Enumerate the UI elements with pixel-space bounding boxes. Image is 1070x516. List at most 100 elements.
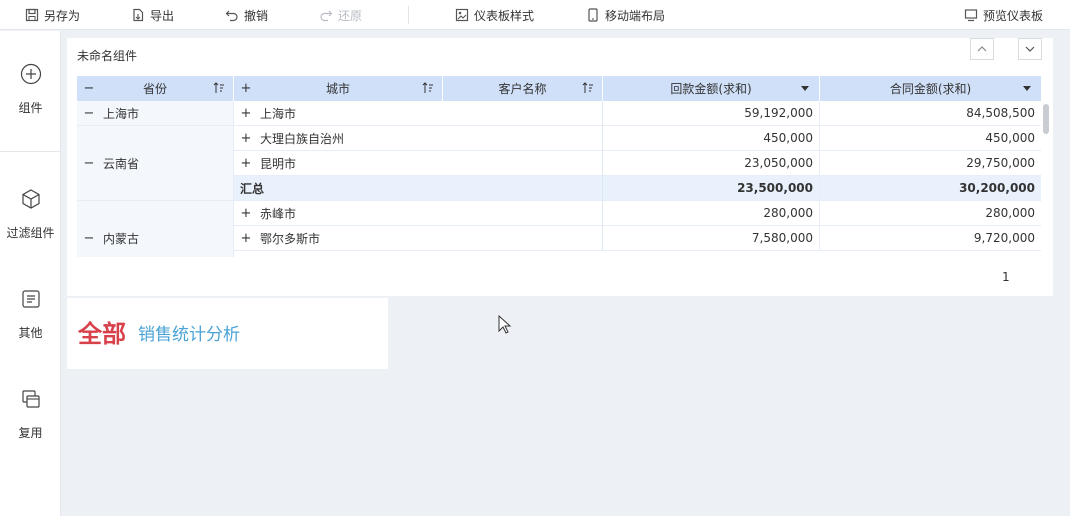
expand-icon[interactable]: + — [240, 106, 252, 121]
table-row[interactable]: + 大理白族自治州 — [234, 126, 603, 151]
sort-icon[interactable] — [422, 82, 434, 94]
payment-value: 280,000 — [603, 201, 820, 226]
province-label: 上海市 — [103, 106, 140, 121]
chevron-down-icon — [1025, 46, 1035, 52]
city-label: 大理白族自治州 — [260, 131, 345, 146]
cube-icon — [21, 189, 40, 209]
sidebar-item-other[interactable]: 其他 — [0, 288, 61, 341]
save-as-button[interactable]: 另存为 — [25, 0, 80, 30]
collapse-icon[interactable]: − — [83, 81, 95, 96]
redo-button[interactable]: 还原 — [319, 0, 362, 30]
table-row[interactable]: + 上海市 — [234, 101, 603, 126]
sidebar-item-filter-components[interactable]: 过滤组件 — [0, 188, 61, 241]
dropdown-caret-icon[interactable] — [1023, 86, 1031, 91]
pivot-table: − 省份 + 城市 客户名称 回款金额(求和) 合同金额(求和) − 上海市 − — [77, 76, 1041, 257]
page-number: 1 — [1002, 270, 1010, 284]
sidebar-item-reuse[interactable]: 复用 — [0, 388, 61, 441]
dashboard-style-label: 仪表板样式 — [474, 8, 535, 23]
expand-icon[interactable]: + — [240, 131, 252, 146]
monitor-icon — [964, 9, 978, 22]
sidebar-item-label: 组件 — [18, 101, 43, 115]
city-label: 昆明市 — [260, 156, 297, 171]
expand-icon[interactable]: + — [240, 81, 252, 96]
collapse-icon[interactable]: − — [83, 156, 95, 171]
text-widget-subtitle: 销售统计分析 — [138, 325, 240, 345]
contract-value: 9,720,000 — [820, 226, 1041, 251]
payment-value: 450,000 — [603, 126, 820, 151]
redo-label: 还原 — [338, 8, 363, 23]
table-row[interactable]: + 鄂尔多斯市 — [234, 226, 603, 251]
export-button[interactable]: 导出 — [131, 0, 174, 30]
sidebar-item-label: 过滤组件 — [6, 226, 55, 240]
toolbar-divider — [408, 6, 409, 24]
collapse-icon[interactable]: − — [83, 231, 95, 246]
header-contract-label: 合同金额(求和) — [889, 82, 972, 96]
payment-value: 7,580,000 — [603, 226, 820, 251]
collapse-icon[interactable]: − — [83, 106, 95, 121]
document-icon — [21, 290, 40, 308]
contract-value: 29,750,000 — [820, 151, 1041, 176]
payment-value: 23,050,000 — [603, 151, 820, 176]
summary-label: 汇总 — [240, 181, 265, 196]
dashboard-style-button[interactable]: 仪表板样式 — [455, 0, 534, 30]
province-cell: − 上海市 — [77, 101, 234, 126]
city-label: 上海市 — [260, 106, 297, 121]
sidebar-divider — [0, 151, 61, 152]
city-label: 鄂尔多斯市 — [260, 231, 321, 246]
copy-icon — [21, 390, 40, 408]
left-sidebar: 组件 过滤组件 其他 复用 — [0, 31, 61, 516]
vertical-scrollbar[interactable] — [1043, 104, 1049, 134]
export-icon — [133, 8, 144, 22]
redo-icon — [320, 10, 333, 22]
preview-dashboard-label: 预览仪表板 — [983, 8, 1044, 23]
chevron-up-icon — [977, 46, 987, 52]
undo-label: 撤销 — [244, 8, 269, 23]
province-cell: − 内蒙古 — [77, 201, 234, 257]
sidebar-item-label: 其他 — [18, 326, 43, 340]
undo-icon — [225, 10, 238, 22]
province-label: 云南省 — [103, 156, 140, 171]
header-customer[interactable]: 客户名称 — [443, 76, 603, 101]
header-city-label: 城市 — [325, 82, 350, 96]
expand-icon[interactable]: + — [240, 156, 252, 171]
expand-icon[interactable]: + — [240, 206, 252, 221]
province-cell: − 云南省 — [77, 126, 234, 201]
save-icon — [25, 8, 39, 22]
province-label: 内蒙古 — [103, 231, 140, 246]
header-payment[interactable]: 回款金额(求和) — [603, 76, 820, 101]
table-row[interactable]: + 赤峰市 — [234, 201, 603, 226]
toolbar: 另存为 导出 撤销 还原 仪表板样式 移动端布局 预览仪表板 — [0, 0, 1070, 30]
expand-icon[interactable]: + — [240, 231, 252, 246]
sort-icon[interactable] — [582, 82, 594, 94]
mouse-cursor-icon — [498, 315, 512, 334]
mobile-icon — [588, 8, 598, 22]
dropdown-caret-icon[interactable] — [801, 86, 809, 91]
preview-dashboard-button[interactable]: 预览仪表板 — [964, 0, 1043, 30]
palette-icon — [455, 8, 469, 22]
header-province[interactable]: − 省份 — [77, 76, 234, 101]
mobile-layout-label: 移动端布局 — [605, 8, 666, 23]
page-up-button[interactable] — [970, 38, 994, 60]
summary-row: 汇总 — [234, 176, 603, 201]
sort-icon[interactable] — [213, 82, 225, 94]
table-row[interactable]: + 昆明市 — [234, 151, 603, 176]
export-label: 导出 — [150, 8, 175, 23]
text-widget-title: 全部 — [78, 320, 126, 348]
text-widget[interactable]: 全部 销售统计分析 — [67, 298, 388, 369]
undo-button[interactable]: 撤销 — [225, 0, 268, 30]
page-down-button[interactable] — [1018, 38, 1042, 60]
city-label: 赤峰市 — [260, 206, 297, 221]
header-province-label: 省份 — [142, 82, 167, 96]
table-widget[interactable]: 未命名组件 − 省份 + 城市 客户名称 回款金额(求和) 合同金额(求和) − — [67, 38, 1053, 296]
plus-circle-icon — [20, 63, 41, 85]
payment-total: 23,500,000 — [603, 176, 820, 201]
header-contract[interactable]: 合同金额(求和) — [820, 76, 1041, 101]
contract-value: 84,508,500 — [820, 101, 1041, 126]
mobile-layout-button[interactable]: 移动端布局 — [586, 0, 665, 30]
contract-value: 450,000 — [820, 126, 1041, 151]
header-customer-label: 客户名称 — [498, 82, 547, 96]
header-city[interactable]: + 城市 — [234, 76, 443, 101]
sidebar-item-components[interactable]: 组件 — [0, 63, 61, 116]
widget-title: 未命名组件 — [77, 49, 138, 63]
save-as-label: 另存为 — [44, 8, 81, 23]
